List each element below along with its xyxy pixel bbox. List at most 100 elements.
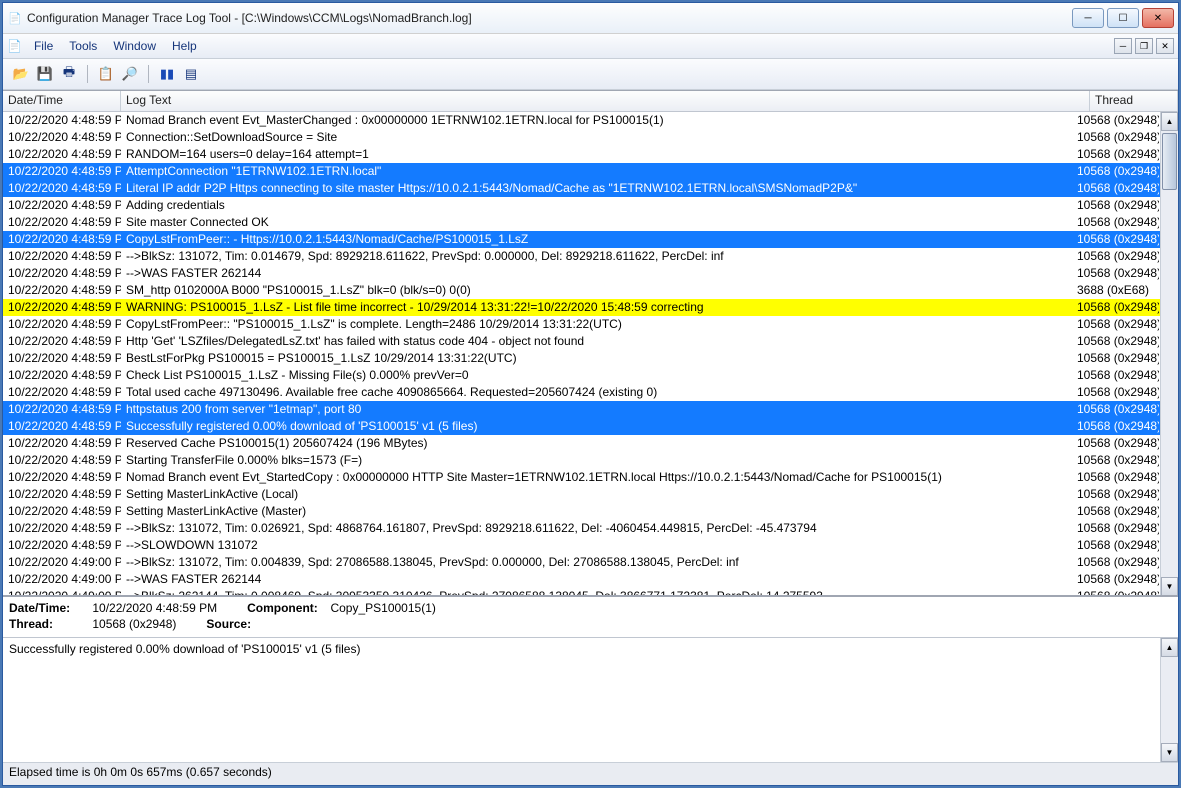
log-grid[interactable]: Date/Time Log Text Thread 10/22/2020 4:4… bbox=[3, 91, 1178, 595]
detail-source-label: Source: bbox=[206, 617, 286, 631]
log-row[interactable]: 10/22/2020 4:48:59 PM-->BlkSz: 131072, T… bbox=[3, 248, 1160, 265]
save-button[interactable]: 💾 bbox=[35, 64, 55, 84]
cell-datetime: 10/22/2020 4:49:00 PM bbox=[3, 554, 121, 571]
log-row[interactable]: 10/22/2020 4:49:00 PM-->WAS FASTER 26214… bbox=[3, 571, 1160, 588]
log-row[interactable]: 10/22/2020 4:49:00 PM-->BlkSz: 131072, T… bbox=[3, 554, 1160, 571]
cell-datetime: 10/22/2020 4:48:59 PM bbox=[3, 333, 121, 350]
doc-minimize-button[interactable]: ─ bbox=[1114, 38, 1132, 54]
log-row[interactable]: 10/22/2020 4:48:59 PMLiteral IP addr P2P… bbox=[3, 180, 1160, 197]
cell-thread: 10568 (0x2948) bbox=[1072, 367, 1160, 384]
grid-rows[interactable]: 10/22/2020 4:48:59 PMNomad Branch event … bbox=[3, 112, 1160, 595]
vertical-scrollbar[interactable]: ▲ ▼ bbox=[1160, 112, 1178, 595]
doc-close-button[interactable]: ✕ bbox=[1156, 38, 1174, 54]
cell-datetime: 10/22/2020 4:48:59 PM bbox=[3, 486, 121, 503]
detail-component-label: Component: bbox=[247, 601, 327, 615]
log-row[interactable]: 10/22/2020 4:48:59 PM-->WAS FASTER 26214… bbox=[3, 265, 1160, 282]
cell-thread: 10568 (0x2948) bbox=[1072, 452, 1160, 469]
cell-datetime: 10/22/2020 4:48:59 PM bbox=[3, 112, 121, 129]
log-row[interactable]: 10/22/2020 4:48:59 PMCopyLstFromPeer:: "… bbox=[3, 316, 1160, 333]
menu-file[interactable]: File bbox=[26, 37, 61, 55]
cell-thread: 10568 (0x2948) bbox=[1072, 265, 1160, 282]
log-row[interactable]: 10/22/2020 4:48:59 PMStarting TransferFi… bbox=[3, 452, 1160, 469]
cell-datetime: 10/22/2020 4:49:00 PM bbox=[3, 588, 121, 595]
detail-datetime-value: 10/22/2020 4:48:59 PM bbox=[92, 601, 217, 615]
log-row[interactable]: 10/22/2020 4:48:59 PMWARNING: PS100015_1… bbox=[3, 299, 1160, 316]
log-row[interactable]: 10/22/2020 4:48:59 PMNomad Branch event … bbox=[3, 112, 1160, 129]
cell-datetime: 10/22/2020 4:48:59 PM bbox=[3, 367, 121, 384]
menu-tools[interactable]: Tools bbox=[61, 37, 105, 55]
cell-datetime: 10/22/2020 4:48:59 PM bbox=[3, 384, 121, 401]
find-button[interactable]: 🔎 bbox=[120, 64, 140, 84]
log-row[interactable]: 10/22/2020 4:48:59 PMCopyLstFromPeer:: -… bbox=[3, 231, 1160, 248]
scroll-track[interactable] bbox=[1161, 131, 1178, 577]
pause-button[interactable]: ▮▮ bbox=[157, 64, 177, 84]
message-scrollbar[interactable]: ▲ ▼ bbox=[1160, 638, 1178, 762]
cell-logtext: RANDOM=164 users=0 delay=164 attempt=1 bbox=[121, 146, 1072, 163]
col-logtext[interactable]: Log Text bbox=[121, 91, 1090, 111]
log-row[interactable]: 10/22/2020 4:48:59 PMBestLstForPkg PS100… bbox=[3, 350, 1160, 367]
cell-thread: 10568 (0x2948) bbox=[1072, 503, 1160, 520]
log-row[interactable]: 10/22/2020 4:48:59 PMReserved Cache PS10… bbox=[3, 435, 1160, 452]
scroll-up-button[interactable]: ▲ bbox=[1161, 112, 1178, 131]
grid-header[interactable]: Date/Time Log Text Thread bbox=[3, 91, 1178, 112]
scroll-down-button[interactable]: ▼ bbox=[1161, 577, 1178, 595]
log-row[interactable]: 10/22/2020 4:48:59 PM-->BlkSz: 131072, T… bbox=[3, 520, 1160, 537]
log-row[interactable]: 10/22/2020 4:48:59 PMSM_http 0102000A B0… bbox=[3, 282, 1160, 299]
log-row[interactable]: 10/22/2020 4:48:59 PMAttemptConnection "… bbox=[3, 163, 1160, 180]
cell-logtext: Literal IP addr P2P Https connecting to … bbox=[121, 180, 1072, 197]
scroll-thumb[interactable] bbox=[1162, 133, 1177, 190]
menu-help[interactable]: Help bbox=[164, 37, 205, 55]
titlebar[interactable]: 📄 Configuration Manager Trace Log Tool -… bbox=[3, 3, 1178, 34]
scroll-down-button[interactable]: ▼ bbox=[1161, 743, 1178, 762]
scroll-track[interactable] bbox=[1161, 657, 1178, 743]
cell-datetime: 10/22/2020 4:48:59 PM bbox=[3, 537, 121, 554]
cell-datetime: 10/22/2020 4:48:59 PM bbox=[3, 163, 121, 180]
log-row[interactable]: 10/22/2020 4:48:59 PM-->SLOWDOWN 1310721… bbox=[3, 537, 1160, 554]
cell-thread: 10568 (0x2948) bbox=[1072, 537, 1160, 554]
open-button[interactable]: 📂 bbox=[11, 64, 31, 84]
cell-datetime: 10/22/2020 4:48:59 PM bbox=[3, 316, 121, 333]
detail-thread-value: 10568 (0x2948) bbox=[92, 617, 176, 631]
log-row[interactable]: 10/22/2020 4:48:59 PMSite master Connect… bbox=[3, 214, 1160, 231]
log-row[interactable]: 10/22/2020 4:48:59 PMTotal used cache 49… bbox=[3, 384, 1160, 401]
log-row[interactable]: 10/22/2020 4:48:59 PMSetting MasterLinkA… bbox=[3, 503, 1160, 520]
col-datetime[interactable]: Date/Time bbox=[3, 91, 121, 111]
cell-thread: 10568 (0x2948) bbox=[1072, 418, 1160, 435]
cell-thread: 10568 (0x2948) bbox=[1072, 384, 1160, 401]
log-row[interactable]: 10/22/2020 4:48:59 PMConnection::SetDown… bbox=[3, 129, 1160, 146]
print-button[interactable]: 🖶 bbox=[59, 64, 79, 84]
close-button[interactable]: ✕ bbox=[1142, 8, 1174, 28]
cell-thread: 10568 (0x2948) bbox=[1072, 248, 1160, 265]
log-row[interactable]: 10/22/2020 4:48:59 PMSetting MasterLinkA… bbox=[3, 486, 1160, 503]
cell-thread: 10568 (0x2948) bbox=[1072, 333, 1160, 350]
wrap-button[interactable]: ▤ bbox=[181, 64, 201, 84]
cell-datetime: 10/22/2020 4:48:59 PM bbox=[3, 435, 121, 452]
cell-logtext: -->BlkSz: 131072, Tim: 0.004839, Spd: 27… bbox=[121, 554, 1072, 571]
log-row[interactable]: 10/22/2020 4:48:59 PMhttpstatus 200 from… bbox=[3, 401, 1160, 418]
cell-logtext: -->BlkSz: 131072, Tim: 0.026921, Spd: 48… bbox=[121, 520, 1072, 537]
log-row[interactable]: 10/22/2020 4:48:59 PMNomad Branch event … bbox=[3, 469, 1160, 486]
cell-thread: 10568 (0x2948) bbox=[1072, 554, 1160, 571]
cell-datetime: 10/22/2020 4:48:59 PM bbox=[3, 129, 121, 146]
cell-logtext: CopyLstFromPeer:: "PS100015_1.LsZ" is co… bbox=[121, 316, 1072, 333]
log-row[interactable]: 10/22/2020 4:48:59 PMCheck List PS100015… bbox=[3, 367, 1160, 384]
window-title: Configuration Manager Trace Log Tool - [… bbox=[27, 11, 1072, 25]
app-icon: 📄 bbox=[7, 10, 23, 26]
log-row[interactable]: 10/22/2020 4:49:00 PM-->BlkSz: 262144, T… bbox=[3, 588, 1160, 595]
cell-datetime: 10/22/2020 4:48:59 PM bbox=[3, 282, 121, 299]
cell-thread: 10568 (0x2948) bbox=[1072, 350, 1160, 367]
col-thread[interactable]: Thread bbox=[1090, 91, 1178, 111]
log-row[interactable]: 10/22/2020 4:48:59 PMAdding credentials1… bbox=[3, 197, 1160, 214]
log-row[interactable]: 10/22/2020 4:48:59 PMRANDOM=164 users=0 … bbox=[3, 146, 1160, 163]
maximize-button[interactable]: ☐ bbox=[1107, 8, 1139, 28]
minimize-button[interactable]: ─ bbox=[1072, 8, 1104, 28]
log-row[interactable]: 10/22/2020 4:48:59 PMHttp 'Get' 'LSZfile… bbox=[3, 333, 1160, 350]
cell-datetime: 10/22/2020 4:48:59 PM bbox=[3, 401, 121, 418]
cell-logtext: Reserved Cache PS100015(1) 205607424 (19… bbox=[121, 435, 1072, 452]
cell-logtext: Check List PS100015_1.LsZ - Missing File… bbox=[121, 367, 1072, 384]
scroll-up-button[interactable]: ▲ bbox=[1161, 638, 1178, 657]
copy-button[interactable]: 📋 bbox=[96, 64, 116, 84]
log-row[interactable]: 10/22/2020 4:48:59 PMSuccessfully regist… bbox=[3, 418, 1160, 435]
menu-window[interactable]: Window bbox=[105, 37, 164, 55]
doc-restore-button[interactable]: ❐ bbox=[1135, 38, 1153, 54]
